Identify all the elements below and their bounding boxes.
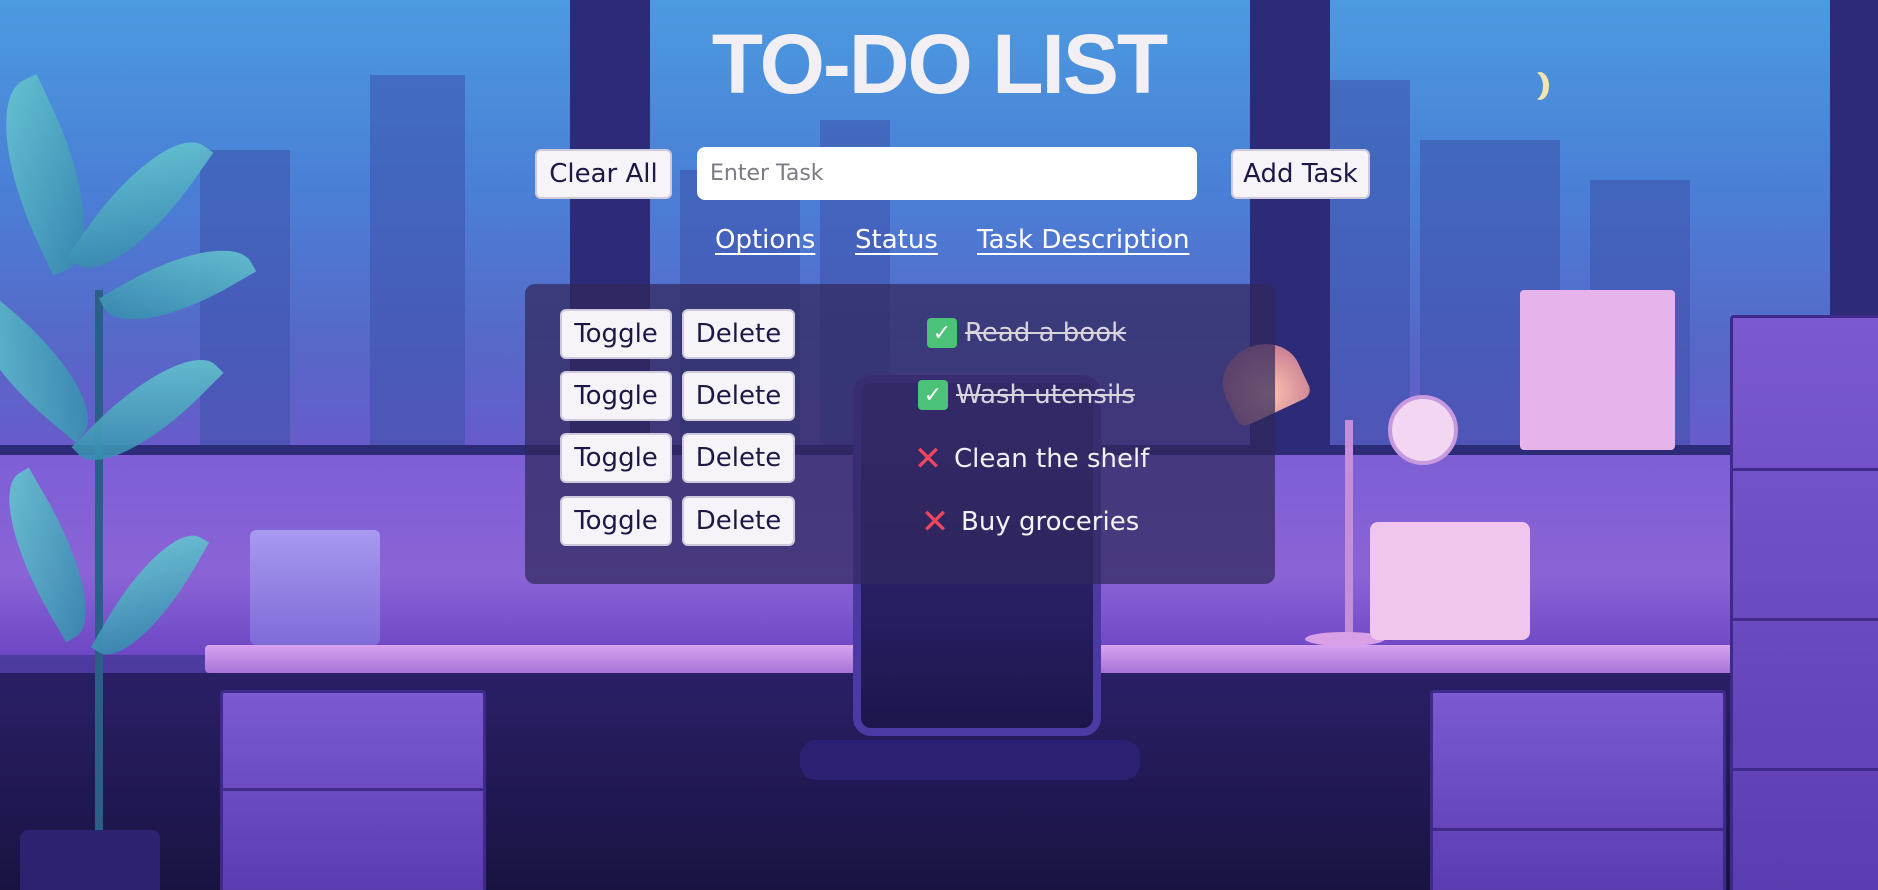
column-header-options: Options	[715, 225, 816, 255]
checkbox-checked-icon: ✓	[918, 380, 948, 410]
task-input[interactable]	[697, 147, 1197, 200]
cross-mark-icon: ✕	[913, 439, 943, 479]
task-description: Buy groceries	[961, 507, 1140, 537]
toggle-button[interactable]: Toggle	[560, 371, 672, 421]
checkbox-checked-icon: ✓	[927, 318, 957, 348]
plant-pot	[20, 830, 160, 890]
task-description: Wash utensils	[956, 380, 1135, 410]
city-building	[200, 150, 290, 450]
page-title: TO-DO LIST	[711, 17, 1168, 111]
monitor-icon	[1370, 522, 1530, 640]
desk-drawer-left	[220, 690, 486, 890]
desk-drawer-right	[1430, 690, 1726, 890]
clock-icon	[1388, 395, 1458, 465]
printer-icon	[250, 530, 380, 645]
city-building	[1330, 80, 1410, 450]
task-row-status-description: ✕ Buy groceries	[919, 502, 1140, 542]
delete-button[interactable]: Delete	[682, 433, 795, 483]
lamp-arm	[1345, 420, 1353, 640]
add-task-button[interactable]: Add Task	[1231, 149, 1370, 199]
toggle-button[interactable]: Toggle	[560, 433, 672, 483]
wall-box	[1520, 290, 1675, 450]
chair-seat	[800, 740, 1140, 780]
clear-all-button[interactable]: Clear All	[535, 149, 672, 199]
task-description: Clean the shelf	[954, 444, 1150, 474]
task-row-status-description: ✓ Wash utensils	[918, 380, 1135, 410]
task-description: Read a book	[965, 318, 1127, 348]
cross-mark-icon: ✕	[920, 502, 950, 542]
column-header-task-description: Task Description	[977, 225, 1190, 255]
task-row-status-description: ✕ Clean the shelf	[912, 439, 1150, 479]
city-building	[370, 75, 465, 455]
delete-button[interactable]: Delete	[682, 309, 795, 359]
delete-button[interactable]: Delete	[682, 496, 795, 546]
delete-button[interactable]: Delete	[682, 371, 795, 421]
toggle-button[interactable]: Toggle	[560, 309, 672, 359]
task-row-status-description: ✓ Read a book	[927, 318, 1126, 348]
plant-stem	[95, 290, 103, 850]
filing-cabinet	[1730, 315, 1878, 890]
column-header-status: Status	[855, 225, 938, 255]
toggle-button[interactable]: Toggle	[560, 496, 672, 546]
